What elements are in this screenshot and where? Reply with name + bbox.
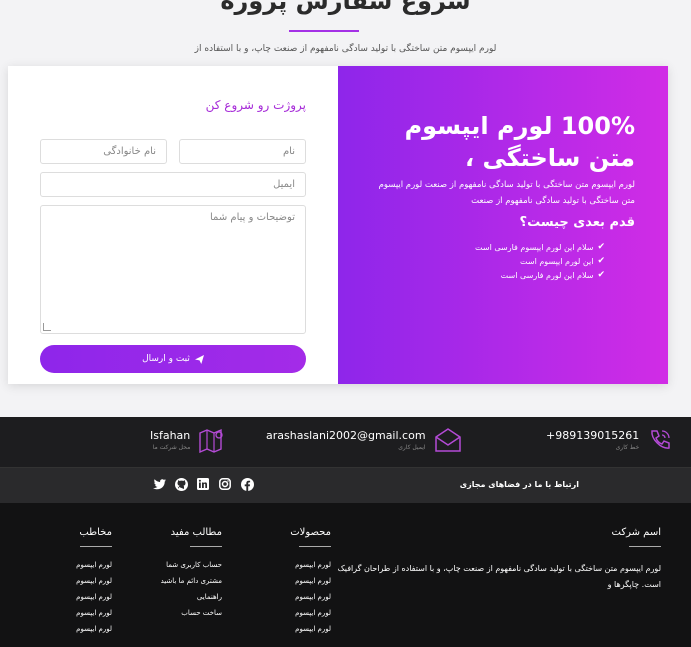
description-placeholder: توضیحات و پیام شما: [210, 212, 295, 223]
contact-phone[interactable]: +989139015261 خط کاری: [546, 427, 673, 453]
instagram-icon[interactable]: [218, 477, 232, 491]
send-icon: [194, 354, 204, 364]
submit-label: ثبت و ارسال: [142, 354, 190, 364]
footer-about: اسم شرکت لورم ایپسوم متن ساختگی با تولید…: [331, 527, 661, 593]
list-item: ✔ سلام این لورم ایپسوم فارسی است: [475, 240, 605, 254]
description-textarea[interactable]: توضیحات و پیام شما: [40, 205, 306, 334]
steps-list: ✔ سلام این لورم ایپسوم فارسی است ✔ این لور…: [475, 240, 605, 282]
hero-description: لورم ایپسوم متن ساختگی با تولید سادگی نا…: [378, 180, 635, 206]
order-form: پروژت رو شروع کن نام نام خانوادگی ایمیل …: [8, 66, 338, 384]
list-item[interactable]: لورم ایپسوم: [290, 593, 331, 609]
page-title: شروع سفارش پروژه: [220, 0, 471, 15]
check-icon: ✔: [597, 256, 605, 266]
check-icon: ✔: [597, 270, 605, 280]
footer-about-title: اسم شرکت: [611, 527, 661, 538]
contact-email[interactable]: arashaslani2002@gmail.com ایمیل کاری: [266, 427, 462, 453]
linkedin-icon[interactable]: [196, 477, 210, 491]
footer-useful-title: مطالب مفید: [170, 527, 222, 538]
footer-about-text: لورم ایپسوم متن ساختگی با تولید سادگی نا…: [337, 564, 661, 589]
social-band: ارتباط با ما در فضاهای مجازی: [0, 467, 691, 503]
city-name: Isfahan: [150, 429, 191, 442]
github-icon[interactable]: [174, 477, 188, 491]
list-item[interactable]: لورم ایپسوم: [290, 561, 331, 577]
list-item[interactable]: ساخت حساب: [161, 609, 222, 625]
site-footer: اسم شرکت لورم ایپسوم متن ساختگی با تولید…: [0, 503, 691, 647]
step-text: سلام این لورم ایپسوم فارسی است: [475, 242, 594, 252]
last-name-placeholder: نام خانوادگی: [103, 146, 156, 157]
resize-grip-icon[interactable]: [43, 323, 51, 331]
page-subtitle: لورم ایپسوم متن ساختگی با تولید سادگی نا…: [194, 44, 497, 54]
contact-location[interactable]: Isfahan محل شرکت ما: [150, 427, 226, 453]
list-item[interactable]: لورم ایپسوم: [76, 593, 112, 609]
form-title: پروژت رو شروع کن: [205, 98, 306, 112]
social-label: ارتباط با ما در فضاهای مجازی: [459, 480, 579, 489]
divider: [190, 546, 222, 547]
first-name-input[interactable]: نام: [179, 139, 306, 164]
phone-icon: [651, 430, 670, 449]
list-item: ✔ این لورم ایپسوم است: [475, 254, 605, 268]
twitter-icon[interactable]: [152, 477, 166, 491]
email-address: arashaslani2002@gmail.com: [266, 429, 426, 442]
social-icons: [152, 477, 254, 491]
email-input[interactable]: ایمیل: [40, 172, 306, 197]
list-item[interactable]: مشتری دائم ما باشید: [161, 577, 222, 593]
next-step-title: قدم بعدی چیست؟: [519, 215, 635, 230]
step-text: سلام این لورم فارسی است: [500, 270, 594, 280]
phone-label: خط کاری: [615, 444, 640, 451]
contact-band: +989139015261 خط کاری arashaslani2002@gm…: [0, 417, 691, 467]
list-item: ✔ سلام این لورم فارسی است: [475, 268, 605, 282]
last-name-input[interactable]: نام خانوادگی: [40, 139, 167, 164]
footer-audience-title: مخاطب: [79, 527, 112, 538]
list-item[interactable]: حساب کاربری شما: [161, 561, 222, 577]
list-item[interactable]: راهنمایی: [161, 593, 222, 609]
divider: [80, 546, 112, 547]
footer-products-title: محصولات: [290, 527, 331, 538]
order-card: پروژت رو شروع کن نام نام خانوادگی ایمیل …: [8, 66, 668, 384]
list-item[interactable]: لورم ایپسوم: [290, 625, 331, 641]
footer-products: محصولات لورم ایپسوم لورم ایپسوم لورم ایپ…: [290, 527, 331, 641]
list-item[interactable]: لورم ایپسوم: [76, 561, 112, 577]
submit-button[interactable]: ثبت و ارسال: [40, 345, 306, 373]
footer-useful: مطالب مفید حساب کاربری شما مشتری دائم ما…: [161, 527, 222, 625]
divider: [299, 546, 331, 547]
phone-number: +989139015261: [546, 429, 640, 442]
facebook-icon[interactable]: [240, 477, 254, 491]
list-item[interactable]: لورم ایپسوم: [76, 577, 112, 593]
divider: [629, 546, 661, 547]
envelope-icon: [434, 428, 461, 452]
list-item[interactable]: لورم ایپسوم: [290, 609, 331, 625]
city-label: محل شرکت ما: [152, 444, 191, 451]
title-underline: [289, 30, 359, 32]
check-icon: ✔: [597, 242, 605, 252]
map-icon: [199, 428, 223, 453]
hero-title: 100% لورم ایپسوم متن ساختگی ،: [404, 112, 635, 172]
list-item[interactable]: لورم ایپسوم: [290, 577, 331, 593]
first-name-placeholder: نام: [282, 146, 295, 157]
email-label: ایمیل کاری: [398, 444, 426, 451]
footer-useful-links: حساب کاربری شما مشتری دائم ما باشید راهن…: [161, 561, 222, 625]
hero-panel: 100% لورم ایپسوم متن ساختگی ، لورم ایپسو…: [338, 66, 668, 384]
footer-products-links: لورم ایپسوم لورم ایپسوم لورم ایپسوم لورم…: [290, 561, 331, 641]
footer-audience: مخاطب لورم ایپسوم لورم ایپسوم لورم ایپسو…: [76, 527, 112, 641]
list-item[interactable]: لورم ایپسوم: [76, 625, 112, 641]
footer-audience-links: لورم ایپسوم لورم ایپسوم لورم ایپسوم لورم…: [76, 561, 112, 641]
step-text: این لورم ایپسوم است: [520, 256, 594, 266]
list-item[interactable]: لورم ایپسوم: [76, 609, 112, 625]
email-placeholder: ایمیل: [273, 179, 295, 190]
